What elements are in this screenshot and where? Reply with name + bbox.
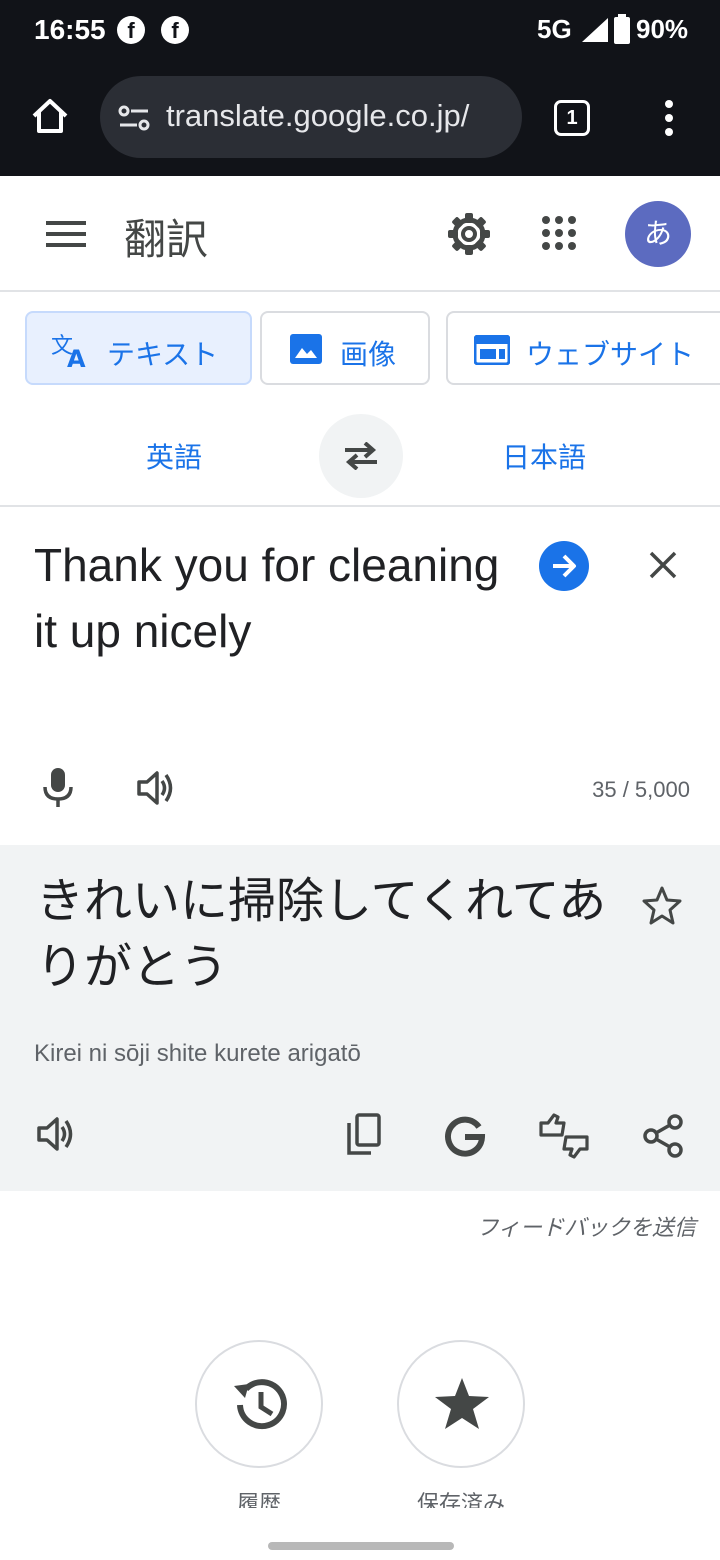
saved-label: 保存済み [416, 1491, 505, 1508]
status-time: 16:55 [34, 14, 106, 45]
status-bar: 16:55 f f 5G 90% [0, 0, 720, 62]
listen-source-icon[interactable] [137, 770, 177, 806]
history-button[interactable] [195, 1340, 323, 1468]
website-icon [474, 335, 510, 365]
saved-button[interactable] [397, 1340, 525, 1468]
site-settings-icon[interactable] [118, 104, 150, 132]
browser-toolbar: translate.google.co.jp/ 1 [0, 62, 720, 176]
character-count: 35 / 5,000 [592, 777, 690, 802]
clear-text-icon[interactable] [648, 550, 678, 580]
send-feedback-link[interactable]: フィードバックを送信 [420, 1210, 696, 1242]
apps-grid-icon[interactable] [541, 215, 577, 251]
share-icon[interactable] [642, 1114, 684, 1158]
mode-text-label: テキスト [107, 339, 219, 370]
mode-image-label: 画像 [340, 339, 397, 370]
svg-text:A: A [67, 345, 86, 369]
address-bar[interactable]: translate.google.co.jp/ [100, 76, 522, 158]
star-outline-icon[interactable] [641, 885, 683, 925]
divider [0, 505, 720, 507]
facebook-icon: f [117, 16, 145, 44]
history-icon [234, 1379, 287, 1430]
arrow-right-icon [553, 554, 576, 578]
listen-translation-icon[interactable] [37, 1116, 77, 1152]
account-avatar[interactable]: あ [625, 201, 691, 267]
swap-icon [345, 442, 377, 470]
swap-languages-button[interactable] [319, 414, 403, 498]
source-language-button[interactable]: 英語 [146, 436, 202, 476]
copy-icon[interactable] [345, 1113, 383, 1157]
battery-icon [614, 14, 630, 44]
mode-website-button[interactable]: ウェブサイト [446, 311, 720, 385]
translation-result-panel: きれいに掃除してくれてありがとう Kirei ni sōji shite kur… [0, 845, 720, 1191]
source-text-input[interactable]: Thank you for cleaning it up nicely [34, 532, 514, 664]
url-text: translate.google.co.jp/ [166, 98, 470, 133]
mode-image-button[interactable]: 画像 [260, 311, 430, 385]
menu-icon[interactable] [46, 219, 86, 249]
home-gesture-bar[interactable] [268, 1542, 454, 1550]
page-title: 翻訳 [124, 216, 209, 263]
mode-text-button[interactable]: 文 A テキスト [25, 311, 252, 385]
home-icon[interactable] [30, 96, 70, 136]
tab-switcher-button[interactable]: 1 [554, 100, 590, 136]
battery-percent: 90% [636, 14, 689, 44]
settings-gear-icon[interactable] [447, 212, 491, 256]
translation-text: きれいに掃除してくれてありがとう [36, 875, 607, 994]
signal-icon [582, 18, 608, 42]
mode-website-label: ウェブサイト [526, 339, 695, 370]
translate-go-button[interactable] [539, 541, 589, 591]
microphone-icon[interactable] [42, 767, 74, 809]
image-icon [290, 334, 322, 364]
app-header: 翻訳 [0, 176, 720, 292]
more-vert-icon[interactable] [662, 98, 676, 138]
history-label: 履歴 [236, 1491, 281, 1508]
target-language-button[interactable]: 日本語 [502, 436, 586, 476]
facebook-icon: f [161, 16, 189, 44]
network-type: 5G [537, 14, 572, 44]
translate-icon: 文 A [51, 334, 86, 369]
rate-translation-icon[interactable] [538, 1113, 590, 1159]
transliteration-text: Kirei ni sōji shite kurete arigatō [34, 1040, 361, 1067]
star-icon [435, 1378, 489, 1429]
google-search-icon[interactable] [443, 1115, 487, 1159]
